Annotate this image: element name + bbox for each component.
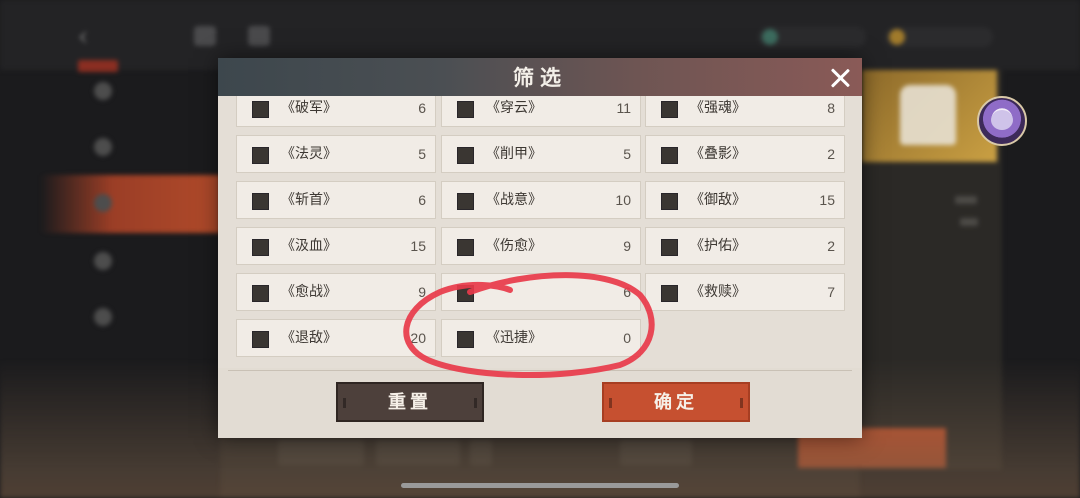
filter-checkbox[interactable]	[252, 147, 269, 164]
filter-tile[interactable]: 《救赎》 7	[645, 273, 845, 311]
filter-name: 《穿云》	[486, 100, 542, 116]
filter-tile[interactable]: 《迅捷》 0	[441, 319, 641, 357]
filter-checkbox[interactable]	[252, 239, 269, 256]
confirm-button[interactable]: 确定	[602, 382, 750, 422]
filter-name: 《迅捷》	[486, 330, 542, 346]
filter-checkbox[interactable]	[661, 239, 678, 256]
avatar[interactable]	[977, 96, 1027, 146]
filter-name: 《战意》	[486, 192, 542, 208]
filter-count: 5	[623, 146, 631, 162]
button-ornament	[609, 398, 612, 408]
home-icon[interactable]	[194, 26, 216, 46]
filter-count: 15	[819, 192, 835, 208]
filter-tile[interactable]: 《战意》 10	[441, 181, 641, 219]
filter-checkbox[interactable]	[661, 193, 678, 210]
filter-name: 《救赎》	[690, 284, 746, 300]
filter-modal: 筛选 《破军》 6 《穿云》 11 《强魂》 8 《法灵》 5 《削甲》 5 《叠影》 2 《斩首》 6 《…	[218, 58, 862, 438]
filter-count: 10	[615, 192, 631, 208]
filter-name: 《破军》	[281, 100, 337, 116]
reset-button-label: 重置	[388, 392, 432, 413]
filter-name: 《斩首》	[281, 192, 337, 208]
filter-tile[interactable]: 《愈战》 9	[236, 273, 436, 311]
filter-checkbox[interactable]	[252, 285, 269, 302]
filter-name: 《愈战》	[281, 284, 337, 300]
filter-checkbox[interactable]	[457, 147, 474, 164]
filter-tile[interactable]: 《穿云》 11	[441, 96, 641, 127]
filter-count: 5	[418, 146, 426, 162]
filter-count: 8	[827, 100, 835, 116]
divider	[228, 370, 852, 371]
filter-tile[interactable]: 《护佑》 2	[645, 227, 845, 265]
stat-line	[960, 218, 978, 226]
filter-grid-scroll[interactable]: 《破军》 6 《穿云》 11 《强魂》 8 《法灵》 5 《削甲》 5 《叠影》 2 《斩首》 6 《战意》…	[218, 96, 862, 368]
filter-checkbox[interactable]	[661, 285, 678, 302]
filter-checkbox[interactable]	[252, 331, 269, 348]
menu-icon[interactable]	[248, 26, 270, 46]
filter-count: 9	[623, 238, 631, 254]
button-ornament	[474, 398, 477, 408]
filter-checkbox[interactable]	[661, 101, 678, 118]
currency-jade	[758, 27, 866, 47]
filter-count: 7	[827, 284, 835, 300]
filter-tile[interactable]: 《叠影》 2	[645, 135, 845, 173]
stat-line	[955, 196, 977, 204]
home-indicator	[401, 483, 679, 488]
filter-name: 《护佑》	[690, 238, 746, 254]
back-arrow-icon[interactable]: ‹	[78, 22, 104, 52]
button-ornament	[343, 398, 346, 408]
filter-count: 15	[410, 238, 426, 254]
filter-count: 2	[827, 146, 835, 162]
filter-tile[interactable]: 《斩首》 6	[236, 181, 436, 219]
filter-tile[interactable]: 《削甲》 5	[441, 135, 641, 173]
reset-button[interactable]: 重置	[336, 382, 484, 422]
filter-count: 6	[418, 192, 426, 208]
close-icon[interactable]	[828, 66, 852, 90]
filter-checkbox[interactable]	[661, 147, 678, 164]
filter-count: 11	[616, 100, 631, 116]
filter-checkbox[interactable]	[457, 193, 474, 210]
filter-tile[interactable]: 《御敌》 15	[645, 181, 845, 219]
filter-count: 2	[827, 238, 835, 254]
filter-name: 《汲血》	[281, 238, 337, 254]
filter-name: 《叠影》	[690, 146, 746, 162]
filter-tile[interactable]: 6	[441, 273, 641, 311]
red-tag	[78, 60, 118, 72]
button-ornament	[740, 398, 743, 408]
filter-count: 6	[623, 284, 631, 300]
filter-tile[interactable]: 《汲血》 15	[236, 227, 436, 265]
filter-name: 《退敌》	[281, 330, 337, 346]
filter-tile[interactable]: 《伤愈》 9	[441, 227, 641, 265]
filter-name: 《强魂》	[690, 100, 746, 116]
filter-tile[interactable]: 《退敌》 20	[236, 319, 436, 357]
currency-gold	[885, 27, 993, 47]
filter-checkbox[interactable]	[252, 193, 269, 210]
filter-name: 《削甲》	[486, 146, 542, 162]
hero-silhouette	[900, 85, 956, 145]
filter-count: 20	[410, 330, 426, 346]
filter-tile[interactable]: 《强魂》 8	[645, 96, 845, 127]
filter-checkbox[interactable]	[252, 101, 269, 118]
filter-count: 9	[418, 284, 426, 300]
avatar-face	[991, 110, 1013, 130]
filter-checkbox[interactable]	[457, 101, 474, 118]
filter-name: 《法灵》	[281, 146, 337, 162]
filter-name: 《伤愈》	[486, 238, 542, 254]
modal-title: 筛选	[513, 65, 567, 90]
filter-tile[interactable]: 《法灵》 5	[236, 135, 436, 173]
confirm-button-label: 确定	[654, 392, 698, 413]
filter-count: 0	[623, 330, 631, 346]
filter-checkbox[interactable]	[457, 331, 474, 348]
filter-tile[interactable]: 《破军》 6	[236, 96, 436, 127]
filter-name: 《御敌》	[690, 192, 746, 208]
filter-checkbox[interactable]	[457, 285, 474, 302]
filter-checkbox[interactable]	[457, 239, 474, 256]
filter-count: 6	[418, 100, 426, 116]
